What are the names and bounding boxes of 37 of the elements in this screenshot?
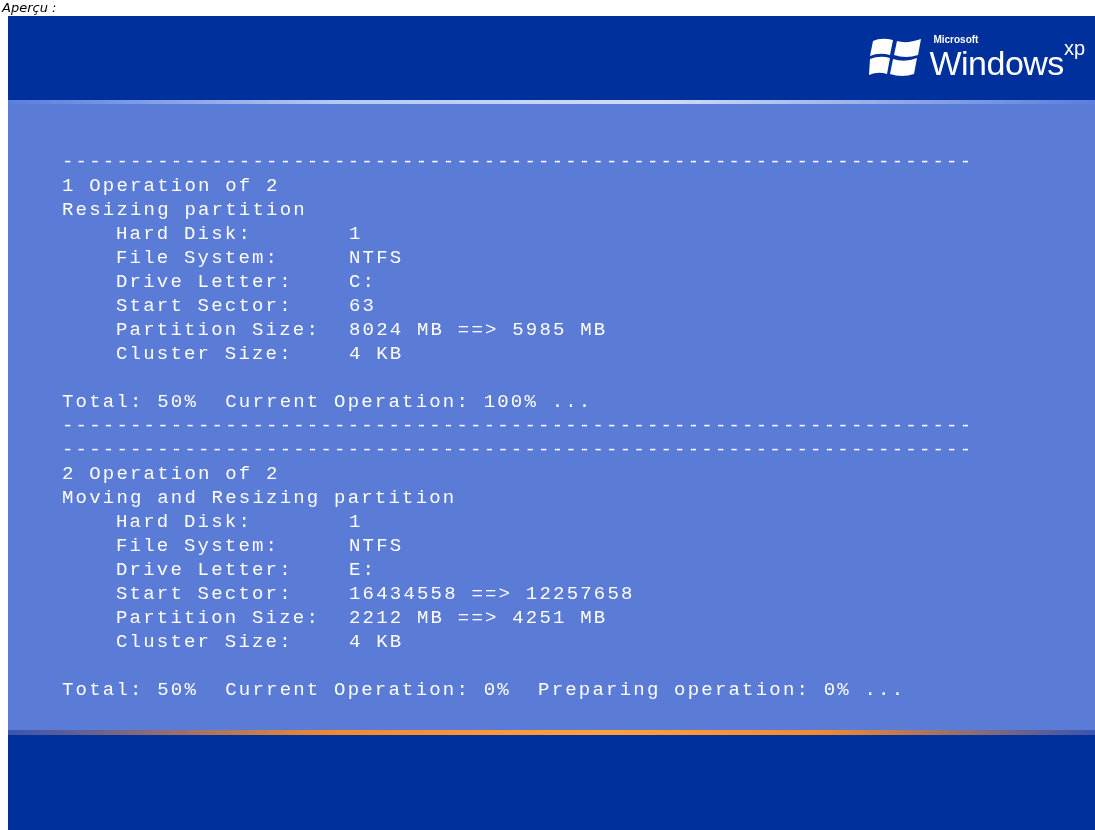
field-value: 63 [349,294,377,318]
field-value: NTFS [349,246,404,270]
field-value: 8024 MB ==> 5985 MB [349,318,608,342]
operation-title: Moving and Resizing partition [62,486,458,510]
caption: Aperçu : [0,0,58,16]
field-label: Drive Letter: [116,270,294,294]
operation-counter: 1 Operation of 2 [62,174,281,198]
field-label: File System: [116,534,281,558]
field-label: Partition Size: [116,606,322,630]
field-value: 4 KB [349,630,404,654]
field-label: Cluster Size: [116,630,294,654]
field-value: 1 [349,222,363,246]
field-label: Cluster Size: [116,342,294,366]
field-label: Hard Disk: [116,510,254,534]
field-value: NTFS [349,534,404,558]
logo-product: Windows [929,45,1064,81]
field-value: E: [349,558,377,582]
progress-status: Total: 50% Current Operation: 0% Preparing operation: 0% ... [62,678,907,702]
dashed-rule: ------------------------------------------------------------------- [62,150,975,174]
field-label: Start Sector: [116,294,294,318]
field-label: Drive Letter: [116,558,294,582]
logo-edition: xp [1063,37,1085,59]
progress-status: Total: 50% Current Operation: 100% ... [62,390,594,414]
field-label: Start Sector: [116,582,294,606]
field-label: Hard Disk: [116,222,254,246]
field-value: 2212 MB ==> 4251 MB [349,606,608,630]
field-value: 1 [349,510,363,534]
field-value: 16434558 ==> 12257658 [349,582,635,606]
field-value: 4 KB [349,342,404,366]
field-value: C: [349,270,377,294]
dashed-rule: ------------------------------------------------------------------- [62,438,975,462]
operation-title: Resizing partition [62,198,308,222]
field-label: File System: [116,246,281,270]
operation-counter: 2 Operation of 2 [62,462,281,486]
logo-company: Microsoft [933,35,980,45]
field-label: Partition Size: [116,318,322,342]
dashed-rule: ------------------------------------------------------------------- [62,414,975,438]
